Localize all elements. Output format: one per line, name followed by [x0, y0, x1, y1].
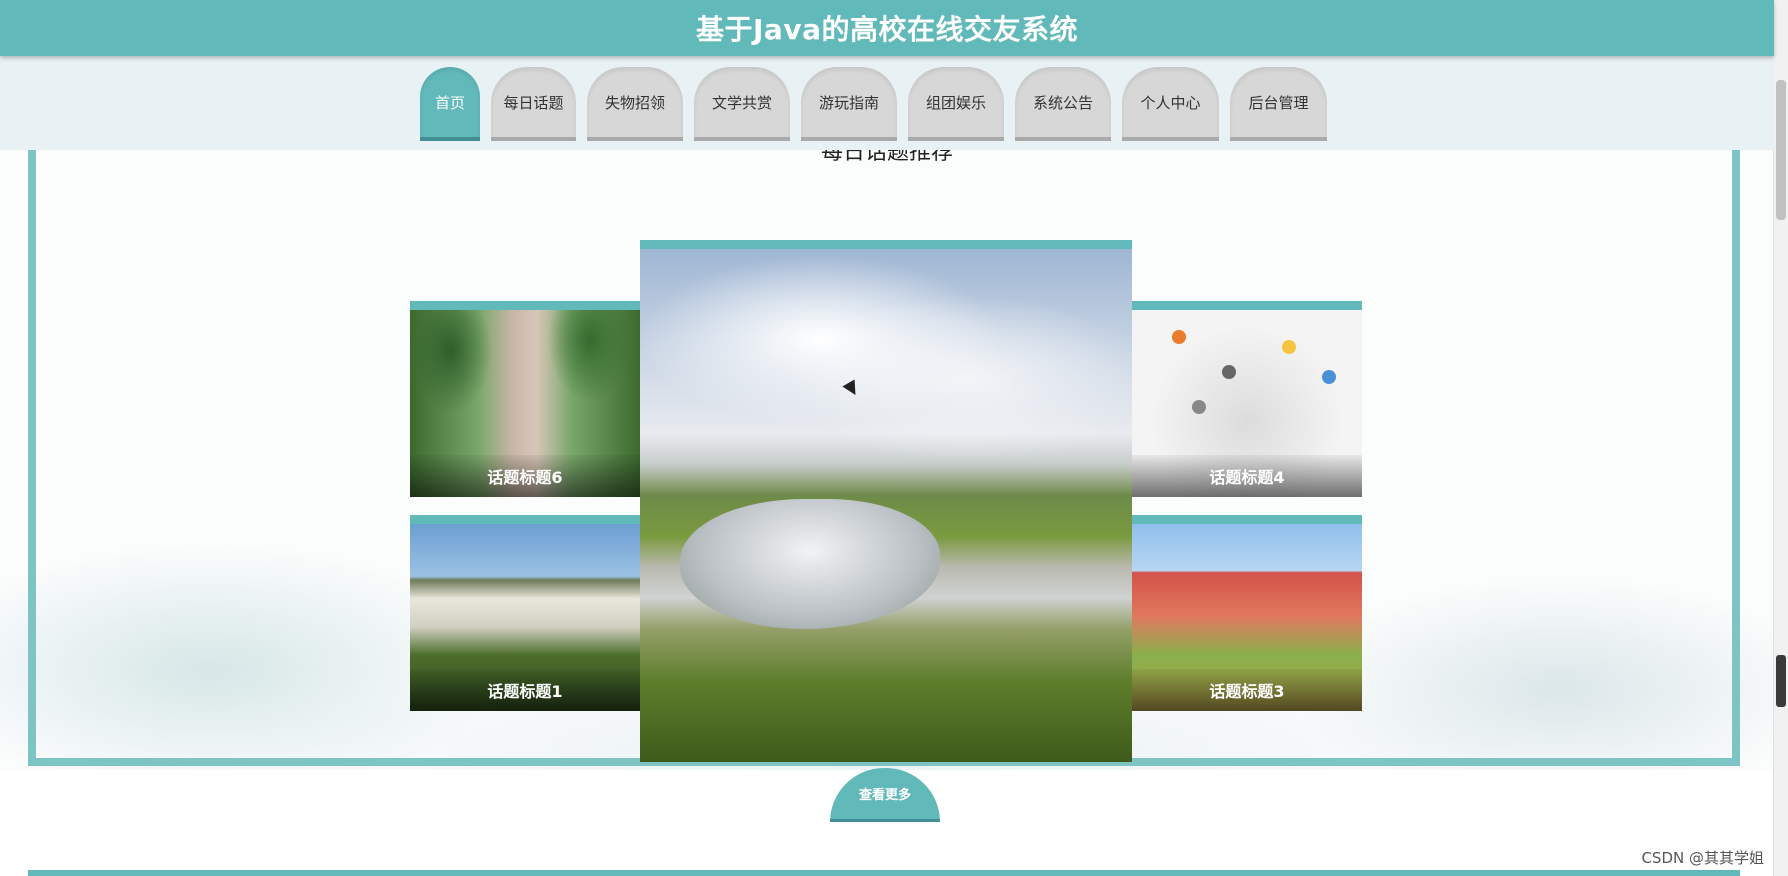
nav-lost-found[interactable]: 失物招领 — [587, 67, 683, 141]
nav-literature-label: 文学共赏 — [711, 93, 772, 112]
chart-dot — [1192, 400, 1206, 414]
nav-announcements[interactable]: 系统公告 — [1015, 67, 1111, 141]
nav-home[interactable]: 首页 — [420, 67, 480, 141]
nav-bar: 首页 每日话题 失物招领 文学共赏 游玩指南 组团娱乐 系统公告 个人中心 后台… — [0, 56, 1774, 150]
nav-lost-found-label: 失物招领 — [604, 93, 665, 112]
nav-travel-guide-label: 游玩指南 — [818, 93, 879, 112]
card-caption: 话题标题1 — [410, 669, 640, 711]
nav-literature[interactable]: 文学共赏 — [694, 67, 790, 141]
chart-dot — [1172, 330, 1186, 344]
nav-admin-label: 后台管理 — [1248, 93, 1309, 112]
topic-card-3[interactable]: 话题标题3 — [1132, 515, 1362, 711]
nav-items: 首页 每日话题 失物招领 文学共赏 游玩指南 组团娱乐 系统公告 个人中心 后台… — [420, 67, 1338, 141]
card-top-bar — [1132, 301, 1362, 310]
site-title: 基于Java的高校在线交友系统 — [696, 13, 1078, 46]
site-header: 基于Java的高校在线交友系统 — [0, 0, 1774, 56]
nav-admin[interactable]: 后台管理 — [1230, 67, 1327, 141]
topic-card-1[interactable]: 话题标题1 — [410, 515, 640, 711]
card-caption: 话题标题4 — [1132, 455, 1362, 497]
card-top-bar — [410, 301, 640, 310]
scrollbar-indicator — [1776, 655, 1786, 707]
card-top-bar — [410, 515, 640, 524]
nav-daily-topic-label: 每日话题 — [503, 93, 564, 112]
nav-travel-guide[interactable]: 游玩指南 — [801, 67, 897, 141]
card-caption: 话题标题6 — [410, 455, 640, 497]
view-more-button[interactable]: 查看更多 — [830, 768, 940, 822]
chart-dot — [1322, 370, 1336, 384]
lake-water — [680, 499, 940, 629]
chart-dot — [1282, 340, 1296, 354]
scrollbar-thumb[interactable] — [1776, 80, 1786, 220]
page-scrollbar[interactable] — [1773, 0, 1788, 876]
next-section-border — [28, 870, 1740, 876]
card-top-bar — [640, 240, 1132, 249]
topic-card-6[interactable]: 话题标题6 — [410, 301, 640, 497]
nav-home-label: 首页 — [434, 93, 465, 112]
nav-group-fun-label: 组团娱乐 — [925, 93, 986, 112]
topic-card-4[interactable]: 话题标题4 — [1132, 301, 1362, 497]
topic-card-featured[interactable] — [640, 240, 1132, 762]
card-top-bar — [1132, 515, 1362, 524]
nav-daily-topic[interactable]: 每日话题 — [491, 67, 576, 141]
watermark-text: CSDN @其其学姐 — [1641, 849, 1764, 867]
card-caption: 话题标题3 — [1132, 669, 1362, 711]
campus-lake-image — [640, 249, 1132, 762]
nav-announcements-label: 系统公告 — [1032, 93, 1093, 112]
chart-dot — [1222, 365, 1236, 379]
nav-personal-center-label: 个人中心 — [1140, 93, 1201, 112]
nav-personal-center[interactable]: 个人中心 — [1122, 67, 1219, 141]
nav-group-fun[interactable]: 组团娱乐 — [908, 67, 1004, 141]
